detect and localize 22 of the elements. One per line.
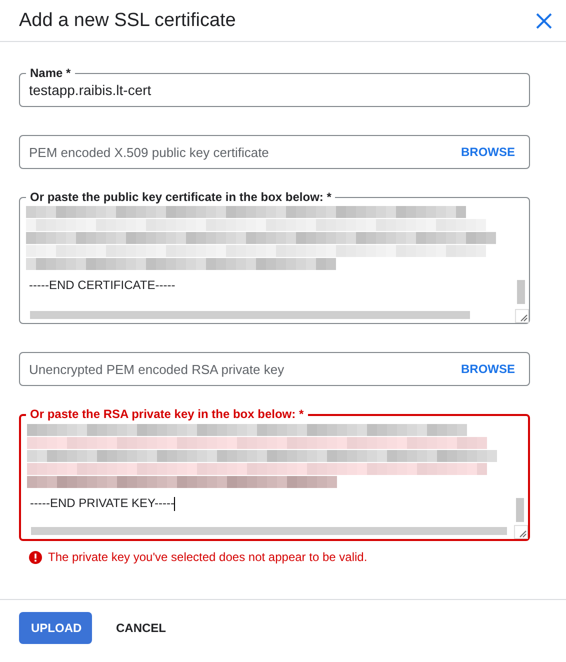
scrollbar[interactable] xyxy=(30,311,470,319)
cancel-button[interactable]: CANCEL xyxy=(104,612,178,644)
file-field[interactable]: PEM encoded X.509 public key certificate xyxy=(29,144,269,160)
scrollbar[interactable] xyxy=(516,498,524,522)
dialog-title: Add a new SSL certificate xyxy=(19,10,236,32)
close-button[interactable] xyxy=(536,12,552,28)
field-label: Or paste the RSA private key in the box below: * xyxy=(26,407,308,421)
resize-handle-icon[interactable] xyxy=(514,525,528,539)
scrollbar[interactable] xyxy=(31,527,507,535)
scrollbar[interactable] xyxy=(517,280,525,304)
browse-button[interactable]: BROWSE xyxy=(461,145,515,159)
error-icon xyxy=(29,550,42,564)
upload-button[interactable]: UPLOAD xyxy=(19,612,92,644)
key-text: -----END PRIVATE KEY----- xyxy=(29,495,176,511)
file-field[interactable]: Unencrypted PEM encoded RSA private key xyxy=(29,362,284,376)
error-message: The private key you've selected does not appear to be valid. xyxy=(48,550,368,564)
close-icon xyxy=(536,12,552,28)
browse-button[interactable]: BROWSE xyxy=(461,362,515,376)
resize-handle-icon[interactable] xyxy=(515,309,529,323)
field-label: Or paste the public key certificate in the box below: * xyxy=(26,190,336,204)
field-label: Name * xyxy=(26,66,75,80)
key-text: -----END CERTIFICATE----- xyxy=(28,277,176,292)
